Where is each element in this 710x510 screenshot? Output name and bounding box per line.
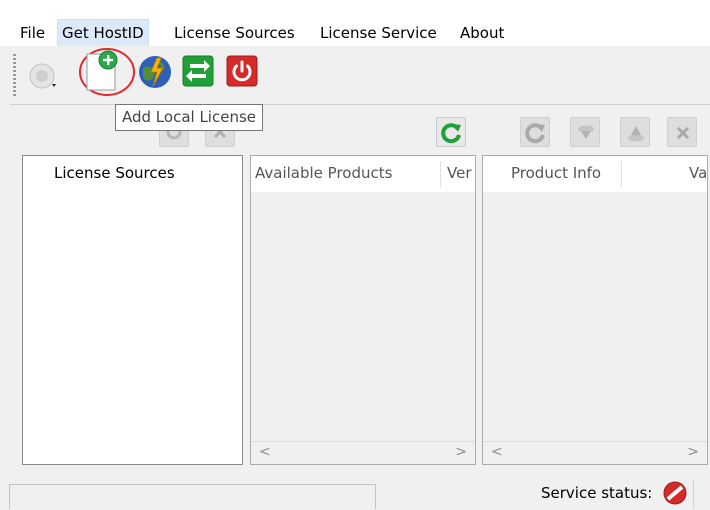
menu-file[interactable]: File <box>16 20 49 46</box>
toolbar <box>0 46 710 104</box>
products-col-version[interactable]: Ver <box>447 164 472 182</box>
info-upload-button[interactable] <box>620 117 650 147</box>
service-status-label: Service status: <box>541 484 653 502</box>
menu-license-service[interactable]: License Service <box>316 20 441 46</box>
scroll-right-icon[interactable]: > <box>455 444 467 460</box>
info-delete-button[interactable] <box>667 117 697 147</box>
menu-bar: File Get HostID License Sources License … <box>0 0 710 47</box>
info-col-product[interactable]: Product Info <box>511 164 601 182</box>
server-dropdown-button[interactable] <box>28 54 62 94</box>
license-sources-panel[interactable]: License Sources <box>22 155 243 465</box>
add-local-license-icon <box>79 48 135 96</box>
download-icon <box>578 125 594 139</box>
info-col-value[interactable]: Va <box>689 164 707 182</box>
available-products-panel[interactable]: Available Products Ver < > <box>250 155 476 465</box>
scroll-left-icon[interactable]: < <box>491 444 503 460</box>
upload-icon <box>628 126 644 142</box>
products-header: Available Products Ver <box>251 156 475 192</box>
power-icon <box>226 55 258 87</box>
info-header: Product Info Va <box>483 156 707 192</box>
menu-get-hostid[interactable]: Get HostID <box>57 19 149 47</box>
server-dropdown-icon <box>29 63 56 89</box>
menu-about[interactable]: About <box>456 20 508 46</box>
license-sources-header: License Sources <box>23 156 242 192</box>
toolbar-grip[interactable] <box>13 54 16 98</box>
scroll-left-icon[interactable]: < <box>259 444 271 460</box>
refresh-gray-icon <box>525 123 545 144</box>
add-local-license-button[interactable] <box>78 46 136 96</box>
product-info-panel[interactable]: Product Info Va < > <box>482 155 708 465</box>
tooltip: Add Local License <box>115 104 264 131</box>
info-hscrollbar[interactable]: < > <box>483 441 707 464</box>
refresh-icon <box>441 123 461 144</box>
info-refresh-button[interactable] <box>520 117 550 147</box>
status-message-field <box>9 484 376 509</box>
menu-license-sources[interactable]: License Sources <box>170 20 299 46</box>
power-button[interactable] <box>226 55 258 87</box>
status-divider <box>693 481 694 509</box>
scroll-right-icon[interactable]: > <box>687 444 699 460</box>
service-status-indicator[interactable] <box>662 480 688 506</box>
info-download-button[interactable] <box>570 117 600 147</box>
products-col-available[interactable]: Available Products <box>255 164 392 182</box>
transfer-button[interactable] <box>182 55 214 87</box>
stopped-status-icon <box>663 481 687 505</box>
products-refresh-button[interactable] <box>436 117 466 147</box>
license-sources-title: License Sources <box>54 164 175 182</box>
transfer-arrows-icon <box>182 55 214 87</box>
globe-button[interactable] <box>137 54 173 90</box>
delete-x-icon <box>676 126 690 140</box>
globe-lightning-icon <box>139 56 171 88</box>
products-hscrollbar[interactable]: < > <box>251 441 475 464</box>
